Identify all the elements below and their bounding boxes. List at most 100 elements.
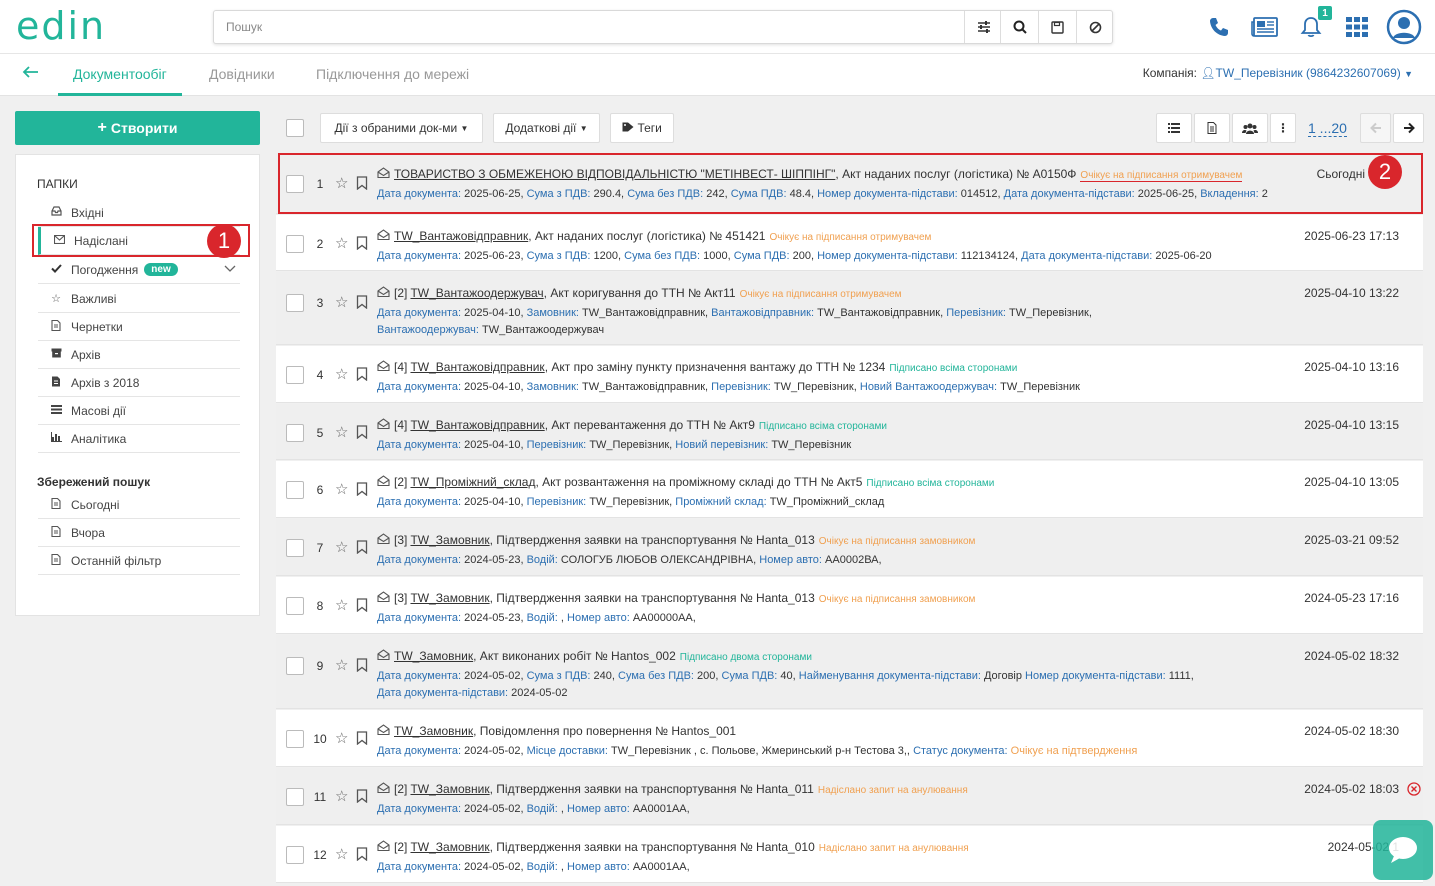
favorite-star-icon[interactable]: ☆	[335, 538, 348, 556]
counterparty-name[interactable]: TW_Замовник	[410, 840, 489, 854]
document-row[interactable]: 9 ☆ TW_Замовник, Акт виконаних робіт № Han…	[276, 635, 1423, 709]
tab-network-connection[interactable]: Підключення до мережі	[316, 54, 469, 96]
save-search-button[interactable]	[1038, 11, 1076, 43]
counterparty-name[interactable]: TW_Замовник	[410, 533, 489, 547]
favorite-star-icon[interactable]: ☆	[335, 787, 348, 805]
saved-search-yesterday[interactable]: Вчора	[38, 519, 240, 547]
sidebar-item-approval[interactable]: Погодження new	[38, 256, 240, 284]
bookmark-icon[interactable]	[356, 482, 368, 497]
bookmark-icon[interactable]	[356, 425, 368, 440]
sidebar-item-archive-2018[interactable]: Архів з 2018	[38, 369, 240, 397]
bookmark-icon[interactable]	[356, 731, 368, 746]
document-row[interactable]: 4 ☆ [4] TW_Вантажовідправник, Акт про замі…	[276, 346, 1423, 403]
document-title-line[interactable]: TW_Замовник, Акт виконаних робіт № Hanto…	[377, 649, 812, 663]
news-button[interactable]	[1248, 8, 1282, 46]
saved-search-today[interactable]: Сьогодні	[38, 491, 240, 519]
document-row[interactable]: 2 ☆ TW_Вантажовідправник, Акт наданих посл…	[276, 215, 1423, 271]
row-checkbox[interactable]	[286, 235, 304, 253]
sidebar-item-analytics[interactable]: Аналітика	[38, 425, 240, 453]
search-button[interactable]	[1000, 11, 1038, 43]
company-selector[interactable]: Компанія: 👤︎TW_Перевізник (9864232607069…	[1143, 66, 1413, 80]
favorite-star-icon[interactable]: ☆	[335, 480, 348, 498]
bookmark-icon[interactable]	[356, 598, 368, 613]
favorite-star-icon[interactable]: ☆	[335, 293, 348, 311]
row-checkbox[interactable]	[286, 597, 304, 615]
row-checkbox[interactable]	[286, 294, 304, 312]
document-title-line[interactable]: [2] TW_Проміжний_склад, Акт розвантаженн…	[377, 475, 994, 489]
extra-actions-dropdown[interactable]: Додаткові дії ▼	[493, 113, 600, 143]
document-row[interactable]: 8 ☆ [3] TW_Замовник, Підтвердження заявки …	[276, 577, 1423, 634]
favorite-star-icon[interactable]: ☆	[335, 656, 348, 674]
chat-support-button[interactable]	[1373, 820, 1433, 880]
select-all-checkbox[interactable]	[286, 119, 304, 137]
document-title-line[interactable]: [2] TW_Вантажоодержувач, Акт коригування…	[377, 286, 902, 300]
sidebar-item-drafts[interactable]: Чернетки	[38, 313, 240, 341]
row-checkbox[interactable]	[286, 730, 304, 748]
row-checkbox[interactable]	[286, 539, 304, 557]
sidebar-item-incoming[interactable]: Вхідні	[38, 199, 240, 227]
company-name[interactable]: TW_Перевізник (9864232607069)	[1216, 66, 1401, 80]
counterparty-name[interactable]: TW_Вантажовідправник	[394, 229, 528, 243]
document-title-line[interactable]: [2] TW_Замовник, Підтвердження заявки на…	[377, 840, 969, 854]
counterparty-name[interactable]: TW_Замовник	[410, 782, 489, 796]
notifications-button[interactable]: 1	[1294, 6, 1332, 46]
filter-settings-button[interactable]	[964, 11, 1002, 43]
bookmark-icon[interactable]	[356, 367, 368, 382]
document-row[interactable]: 3 ☆ [2] TW_Вантажоодержувач, Акт коригуван…	[276, 272, 1423, 345]
favorite-star-icon[interactable]: ☆	[335, 729, 348, 747]
document-title-line[interactable]: [3] TW_Замовник, Підтвердження заявки на…	[377, 533, 975, 547]
document-row[interactable]: 6 ☆ [2] TW_Проміжний_склад, Акт розвантаже…	[276, 461, 1423, 518]
pagination-range[interactable]: 1 ...20	[1308, 120, 1347, 137]
bookmark-icon[interactable]	[356, 847, 368, 862]
document-title-line[interactable]: [3] TW_Замовник, Підтвердження заявки на…	[377, 591, 975, 605]
favorite-star-icon[interactable]: ☆	[335, 596, 348, 614]
clear-search-button[interactable]	[1076, 11, 1114, 43]
sidebar-item-archive[interactable]: Архів	[38, 341, 240, 369]
phone-button[interactable]	[1202, 8, 1236, 46]
bookmark-icon[interactable]	[356, 789, 368, 804]
counterparty-name[interactable]: TW_Замовник	[394, 724, 473, 738]
edin-logo[interactable]: edin	[16, 6, 106, 46]
back-arrow-icon[interactable]	[22, 63, 40, 87]
sidebar-item-bulk-actions[interactable]: Масові дії	[38, 397, 240, 425]
more-options-button[interactable]: ⋮	[1270, 113, 1296, 143]
favorite-star-icon[interactable]: ☆	[335, 365, 348, 383]
row-checkbox[interactable]	[286, 846, 304, 864]
document-row[interactable]: 5 ☆ [4] TW_Вантажовідправник, Акт перевант…	[276, 404, 1423, 460]
bookmark-icon[interactable]	[356, 658, 368, 673]
document-title-line[interactable]: [4] TW_Вантажовідправник, Акт перевантаж…	[377, 418, 887, 432]
counterparty-name[interactable]: TW_Вантажоодержувач	[410, 286, 543, 300]
bookmark-icon[interactable]	[356, 540, 368, 555]
tags-button[interactable]: Теги	[610, 113, 674, 143]
tab-directories[interactable]: Довідники	[209, 54, 275, 96]
participants-button[interactable]	[1232, 113, 1268, 143]
document-title-line[interactable]: TW_Вантажовідправник, Акт наданих послуг…	[377, 229, 931, 243]
saved-search-last-filter[interactable]: Останній фільтр	[38, 547, 240, 575]
search-input[interactable]	[214, 11, 972, 43]
document-row[interactable]: 12 ☆ [2] TW_Замовник, Підтвердження заявки…	[276, 826, 1423, 883]
list-view-button[interactable]	[1156, 113, 1192, 143]
row-checkbox[interactable]	[286, 657, 304, 675]
document-title-line[interactable]: TW_Замовник, Повідомлення про повернення…	[377, 724, 736, 738]
sidebar-item-important[interactable]: ☆ Важливі	[38, 285, 240, 313]
prev-page-button[interactable]	[1360, 113, 1391, 143]
counterparty-name[interactable]: TW_Замовник	[394, 649, 473, 663]
create-button[interactable]: + Створити	[15, 111, 260, 145]
row-checkbox[interactable]	[286, 481, 304, 499]
counterparty-name[interactable]: TW_Вантажовідправник	[410, 418, 544, 432]
chevron-down-icon[interactable]	[224, 262, 236, 276]
bookmark-icon[interactable]	[356, 236, 368, 251]
favorite-star-icon[interactable]: ☆	[335, 845, 348, 863]
document-row[interactable]: 11 ☆ [2] TW_Замовник, Підтвердження заявки…	[276, 768, 1423, 825]
bulk-actions-dropdown[interactable]: Дії з обраними док-ми ▼	[320, 113, 483, 143]
row-checkbox[interactable]	[286, 366, 304, 384]
tab-document-flow[interactable]: Документообіг	[58, 54, 182, 96]
document-view-button[interactable]	[1194, 113, 1230, 143]
row-checkbox[interactable]	[286, 788, 304, 806]
next-page-button[interactable]	[1393, 113, 1424, 143]
row-checkbox[interactable]	[286, 424, 304, 442]
counterparty-name[interactable]: TW_Замовник	[410, 591, 489, 605]
favorite-star-icon[interactable]: ☆	[335, 234, 348, 252]
favorite-star-icon[interactable]: ☆	[335, 423, 348, 441]
document-title-line[interactable]: [4] TW_Вантажовідправник, Акт про заміну…	[377, 360, 1017, 374]
